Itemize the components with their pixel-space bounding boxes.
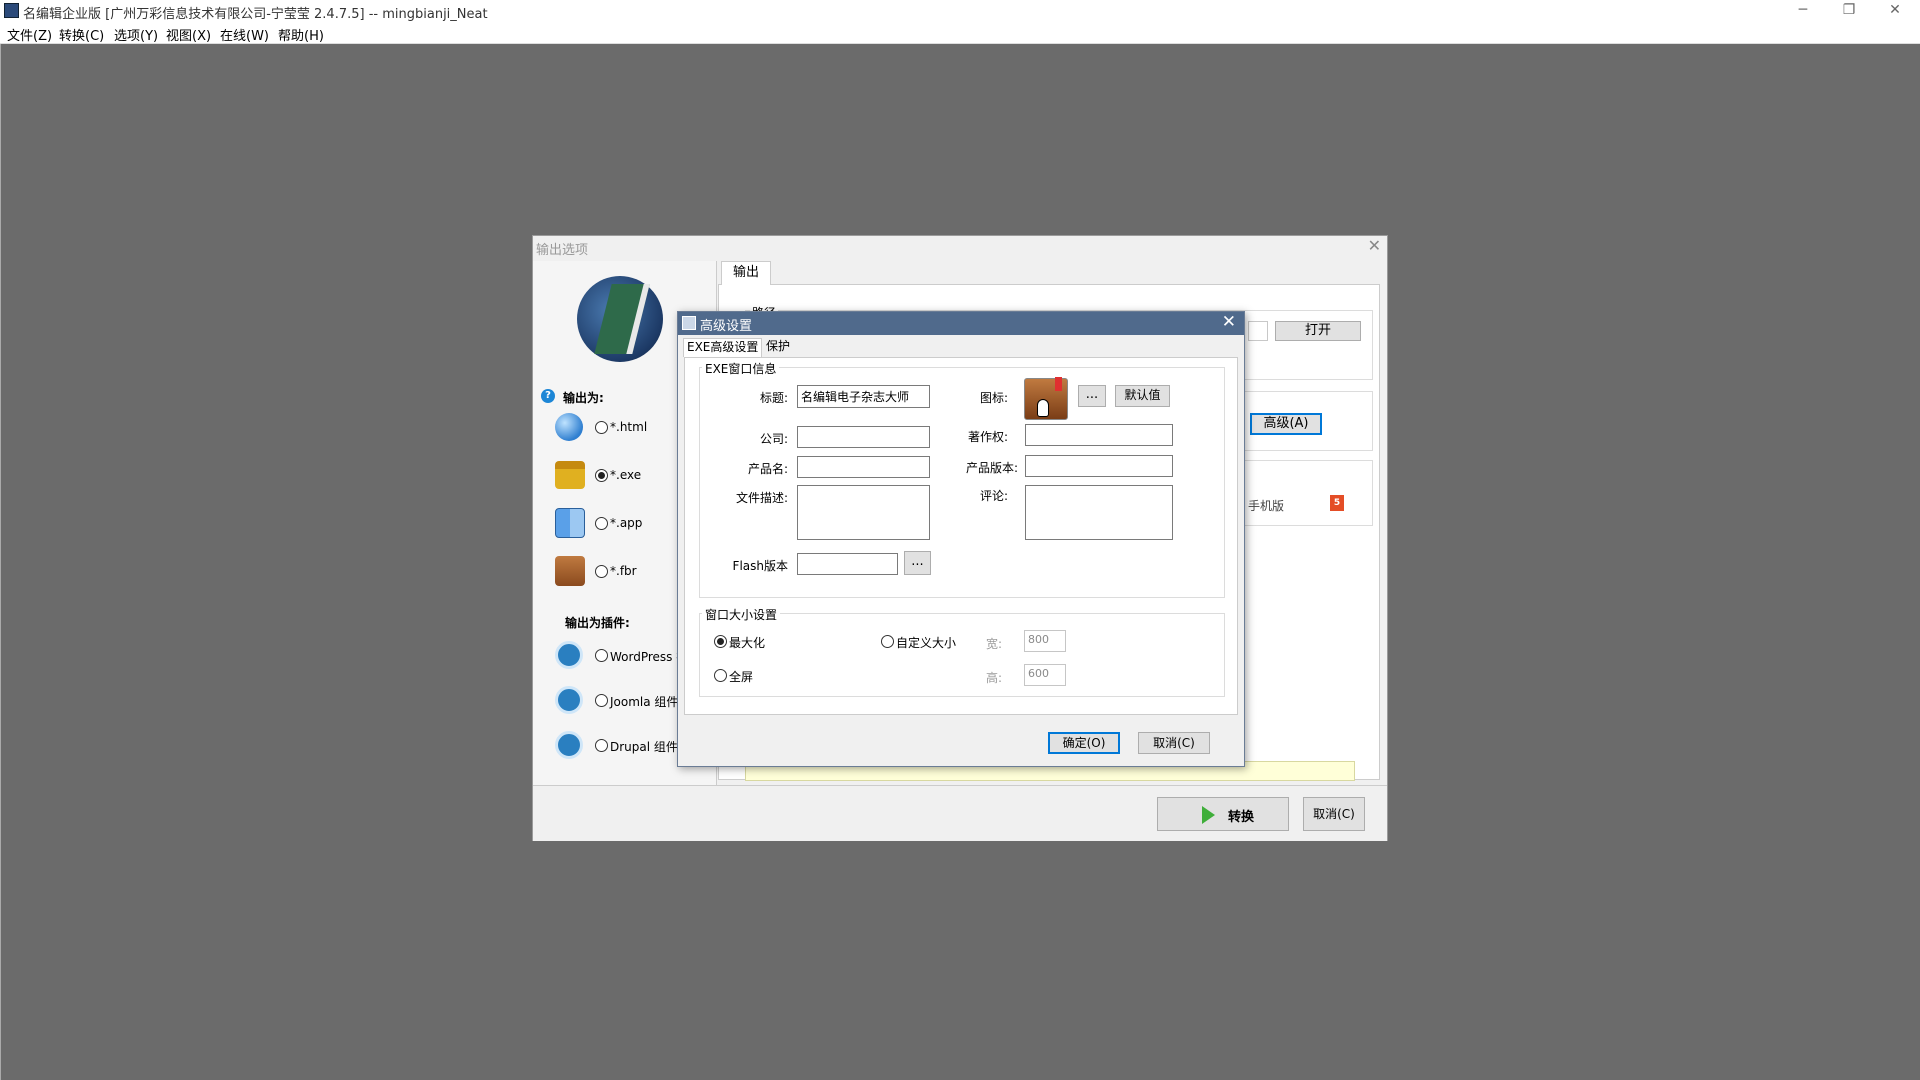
close-icon[interactable]: ✕ (1872, 0, 1918, 23)
format-fbr-label[interactable]: *.fbr (610, 564, 637, 578)
copyright-input[interactable] (1025, 424, 1173, 446)
advanced-settings-dialog: 高级设置 ✕ EXE高级设置 保护 EXE窗口信息 标题: 名编辑电子杂志大师 … (677, 311, 1245, 767)
fullscreen-radio[interactable] (714, 669, 727, 682)
wordpress-icon (555, 641, 583, 669)
icon-label: 图标: (979, 391, 1008, 405)
height-label: 高: (986, 671, 1003, 685)
drupal-icon (555, 731, 583, 759)
exe-icon-preview[interactable] (1024, 377, 1068, 420)
width-label: 宽: (986, 637, 1003, 651)
play-icon (1202, 806, 1215, 824)
title-label: 标题: (759, 391, 788, 405)
cursor-hand-icon (1037, 399, 1049, 417)
format-exe-radio[interactable] (595, 469, 608, 482)
format-html-radio[interactable] (595, 421, 608, 434)
format-app-label[interactable]: *.app (610, 516, 642, 530)
mobile-label: 手机版 (1248, 499, 1285, 513)
restore-icon[interactable]: ❐ (1826, 0, 1872, 23)
window-size-group: 窗口大小设置 最大化 全屏 自定义大小 宽: 800 高: 600 (699, 606, 1225, 697)
copyright-label: 著作权: (967, 430, 1008, 444)
company-label: 公司: (759, 432, 788, 446)
tab-output[interactable]: 输出 (721, 261, 771, 285)
menu-view[interactable]: 视图(X) (166, 25, 211, 44)
window-info-legend: EXE窗口信息 (702, 360, 780, 377)
help-icon[interactable]: ? (541, 389, 555, 403)
menu-options[interactable]: 选项(Y) (114, 25, 158, 44)
menu-online[interactable]: 在线(W) (220, 25, 269, 44)
custom-size-radio[interactable] (881, 635, 894, 648)
app-icon (4, 3, 19, 18)
fullscreen-label[interactable]: 全屏 (729, 668, 753, 685)
height-input[interactable]: 600 (1024, 664, 1066, 686)
output-dialog-footer: 转换 取消(C) (533, 785, 1387, 841)
output-dialog-title: 输出选项 (536, 243, 589, 258)
file-description-label: 文件描述: (735, 491, 788, 505)
plugin-joomla-label[interactable]: Joomla 组件 (610, 693, 678, 710)
dialog-app-icon (682, 316, 696, 330)
joomla-icon (555, 686, 583, 714)
flash-version-label: Flash版本 (732, 559, 788, 573)
plugin-wordpress-radio[interactable] (595, 649, 608, 662)
title-input[interactable]: 名编辑电子杂志大师 (797, 385, 930, 408)
format-fbr-radio[interactable] (595, 565, 608, 578)
product-name-input[interactable] (797, 456, 930, 478)
advanced-dialog-close-icon[interactable]: ✕ (1222, 312, 1236, 332)
advanced-dialog-title: 高级设置 (700, 319, 753, 334)
menu-help[interactable]: 帮助(H) (278, 25, 324, 44)
menu-bar: 文件(Z) 转换(C) 选项(Y) 视图(X) 在线(W) 帮助(H) (0, 23, 1920, 44)
output-cancel-button[interactable]: 取消(C) (1303, 797, 1365, 831)
plugin-joomla-radio[interactable] (595, 694, 608, 707)
tab-protection[interactable]: 保护 (763, 338, 793, 357)
menu-convert[interactable]: 转换(C) (59, 25, 104, 44)
icon-browse-button[interactable]: ... (1078, 385, 1106, 407)
window-title: 名编辑企业版 [广州万彩信息技术有限公司-宁莹莹 2.4.7.5] -- min… (23, 7, 488, 22)
path-input[interactable] (1248, 321, 1268, 341)
default-icon-button[interactable]: 默认值 (1115, 385, 1170, 407)
globe-icon (555, 413, 583, 441)
advanced-button[interactable]: 高级(A) (1250, 413, 1322, 435)
comment-label: 评论: (979, 489, 1008, 503)
bookmark-icon (1055, 377, 1062, 391)
product-name-label: 产品名: (747, 462, 788, 476)
output-dialog-close-icon[interactable]: ✕ (1368, 236, 1381, 255)
mac-finder-icon (555, 508, 585, 538)
book-icon (555, 556, 585, 586)
app-titlebar: 名编辑企业版 [广州万彩信息技术有限公司-宁莹莹 2.4.7.5] -- min… (0, 0, 1920, 23)
format-html-label[interactable]: *.html (610, 420, 647, 434)
ok-button[interactable]: 确定(O) (1048, 732, 1120, 754)
format-app-radio[interactable] (595, 517, 608, 530)
exe-package-icon (555, 461, 585, 489)
exe-advanced-panel: EXE窗口信息 标题: 名编辑电子杂志大师 图标: ... 默认值 公司: 著作… (684, 357, 1238, 715)
plugin-drupal-label[interactable]: Drupal 组件 (610, 738, 678, 755)
custom-size-label[interactable]: 自定义大小 (896, 634, 956, 651)
tab-exe-advanced[interactable]: EXE高级设置 (683, 338, 763, 357)
minimize-icon[interactable]: ─ (1780, 0, 1826, 23)
maximize-label[interactable]: 最大化 (729, 634, 765, 651)
flash-version-input[interactable] (797, 553, 898, 575)
width-input[interactable]: 800 (1024, 630, 1066, 652)
advanced-cancel-button[interactable]: 取消(C) (1138, 732, 1210, 754)
file-description-textarea[interactable] (797, 485, 930, 540)
product-version-label: 产品版本: (965, 461, 1018, 475)
app-logo (577, 276, 663, 362)
company-input[interactable] (797, 426, 930, 448)
output-as-label: 输出为: (563, 391, 604, 405)
convert-label: 转换 (1228, 810, 1255, 825)
open-button[interactable]: 打开 (1275, 321, 1361, 341)
format-exe-label[interactable]: *.exe (610, 468, 641, 482)
convert-button[interactable]: 转换 (1157, 797, 1289, 831)
advanced-dialog-titlebar: 高级设置 ✕ (678, 312, 1244, 335)
product-version-input[interactable] (1025, 455, 1173, 477)
plugins-label: 输出为插件: (565, 616, 630, 630)
comment-textarea[interactable] (1025, 485, 1173, 540)
plugin-drupal-radio[interactable] (595, 739, 608, 752)
maximize-radio[interactable] (714, 635, 727, 648)
window-size-legend: 窗口大小设置 (702, 606, 781, 623)
html5-icon: 5 (1330, 495, 1344, 511)
window-info-group: EXE窗口信息 标题: 名编辑电子杂志大师 图标: ... 默认值 公司: 著作… (699, 360, 1225, 598)
menu-file[interactable]: 文件(Z) (7, 25, 52, 44)
flash-version-browse-button[interactable]: ... (904, 551, 931, 575)
